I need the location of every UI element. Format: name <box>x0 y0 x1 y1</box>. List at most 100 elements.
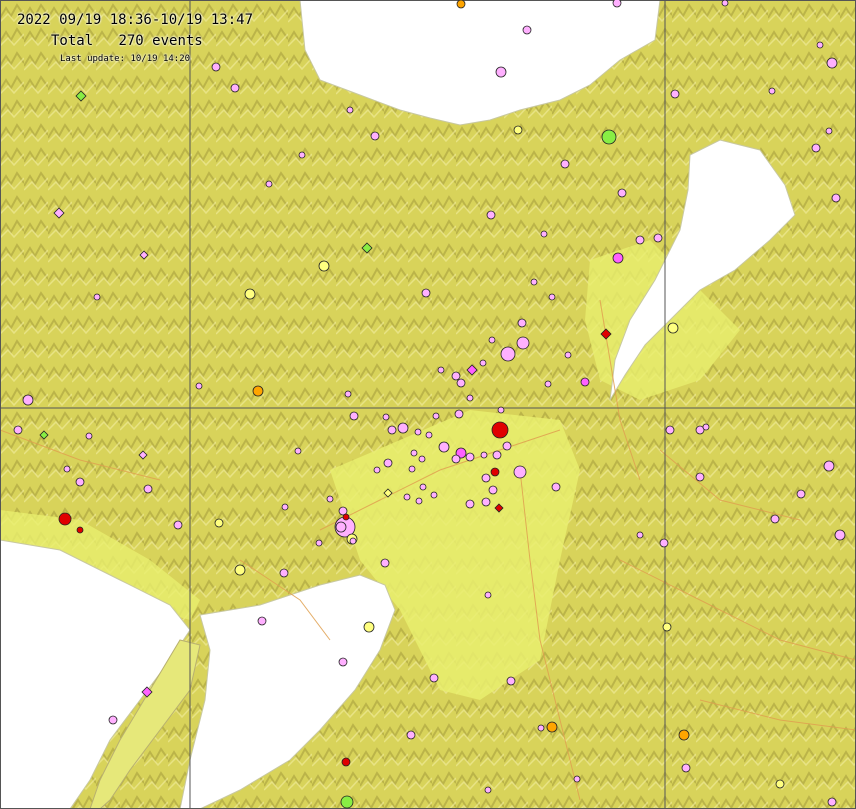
earthquake-marker <box>340 795 354 809</box>
earthquake-marker <box>281 503 289 511</box>
earthquake-marker <box>564 351 572 359</box>
earthquake-marker <box>76 526 84 534</box>
earthquake-marker <box>612 0 622 8</box>
earthquake-marker <box>617 188 627 198</box>
earthquake-marker <box>513 125 523 135</box>
earthquake-marker <box>451 371 461 381</box>
earthquake-marker <box>143 484 153 494</box>
earthquake-marker <box>315 539 323 547</box>
earthquake-marker <box>513 465 527 479</box>
earthquake-marker <box>338 657 348 667</box>
earthquake-marker <box>488 485 498 495</box>
earthquake-marker <box>502 441 512 451</box>
earthquake-marker <box>244 288 256 300</box>
map-canvas <box>0 0 856 809</box>
earthquake-marker <box>75 477 85 487</box>
earthquake-marker <box>825 127 833 135</box>
earthquake-marker <box>560 159 570 169</box>
earthquake-marker <box>373 466 381 474</box>
earthquake-marker <box>342 513 350 521</box>
earthquake-marker <box>484 786 492 794</box>
earthquake-marker <box>548 293 556 301</box>
earthquake-marker <box>93 293 101 301</box>
earthquake-marker <box>601 129 617 145</box>
earthquake-marker <box>454 409 464 419</box>
total-label: Total <box>51 33 94 49</box>
earthquake-marker <box>517 318 527 328</box>
earthquake-marker <box>721 0 729 7</box>
earthquake-marker <box>834 529 846 541</box>
earthquake-marker <box>678 729 690 741</box>
earthquake-marker <box>13 425 23 435</box>
earthquake-marker <box>530 278 538 286</box>
earthquake-marker <box>479 359 487 367</box>
earthquake-marker <box>173 520 183 530</box>
earthquake-marker <box>544 380 552 388</box>
earthquake-marker <box>635 235 645 245</box>
earthquake-marker <box>481 497 491 507</box>
earthquake-marker <box>265 180 273 188</box>
earthquake-marker <box>349 411 359 421</box>
earthquake-marker <box>811 143 821 153</box>
earthquake-marker <box>335 521 347 533</box>
earthquake-marker <box>326 495 334 503</box>
earthquake-marker <box>294 447 302 455</box>
earthquake-marker <box>341 757 351 767</box>
earthquake-marker <box>410 449 418 457</box>
event-total: Total 270 events <box>51 33 203 49</box>
earthquake-marker <box>636 531 644 539</box>
earthquake-marker <box>486 210 496 220</box>
earthquake-marker <box>363 621 375 633</box>
earthquake-marker <box>516 336 530 350</box>
earthquake-marker <box>823 460 835 472</box>
earthquake-marker <box>695 472 705 482</box>
earthquake-marker <box>490 467 500 477</box>
earthquake-marker <box>58 512 72 526</box>
earthquake-marker <box>451 454 461 464</box>
earthquake-marker <box>344 390 352 398</box>
earthquake-marker <box>573 775 581 783</box>
earthquake-marker <box>465 452 475 462</box>
earthquake-marker <box>796 489 806 499</box>
earthquake-marker <box>495 66 507 78</box>
earthquake-marker <box>432 412 440 420</box>
earthquake-marker <box>497 406 505 414</box>
earthquake-marker <box>414 428 422 436</box>
seismicity-map: 2022 09/19 18:36-10/19 13:47 Total 270 e… <box>0 0 856 809</box>
earthquake-marker <box>318 260 330 272</box>
earthquake-marker <box>681 763 691 773</box>
earthquake-marker <box>456 378 466 388</box>
earthquake-marker <box>551 482 561 492</box>
earthquake-marker <box>484 591 492 599</box>
earthquake-marker <box>506 676 516 686</box>
last-update: Last update: 10/19 14:20 <box>60 54 191 64</box>
earthquake-marker <box>421 288 431 298</box>
earthquake-marker <box>63 465 71 473</box>
earthquake-marker <box>491 421 509 439</box>
earthquake-marker <box>383 458 393 468</box>
earthquake-marker <box>465 499 475 509</box>
earthquake-marker <box>456 0 466 9</box>
earthquake-marker <box>380 558 390 568</box>
earthquake-marker <box>488 336 496 344</box>
earthquake-marker <box>580 377 590 387</box>
earthquake-marker <box>522 25 532 35</box>
earthquake-marker <box>108 715 118 725</box>
earthquake-marker <box>540 230 548 238</box>
earthquake-marker <box>662 622 672 632</box>
earthquake-marker <box>252 385 264 397</box>
earthquake-marker <box>230 83 240 93</box>
earthquake-marker <box>298 151 306 159</box>
earthquake-marker <box>429 673 439 683</box>
observation-period: 2022 09/19 18:36-10/19 13:47 <box>17 12 254 28</box>
earthquake-marker <box>382 413 390 421</box>
earthquake-marker <box>775 779 785 789</box>
earthquake-marker <box>346 106 354 114</box>
earthquake-marker <box>425 431 433 439</box>
earthquake-marker <box>279 568 289 578</box>
earthquake-marker <box>257 616 267 626</box>
earthquake-marker <box>702 423 710 431</box>
earthquake-marker <box>546 721 558 733</box>
earthquake-marker <box>437 366 445 374</box>
earthquake-marker <box>430 491 438 499</box>
